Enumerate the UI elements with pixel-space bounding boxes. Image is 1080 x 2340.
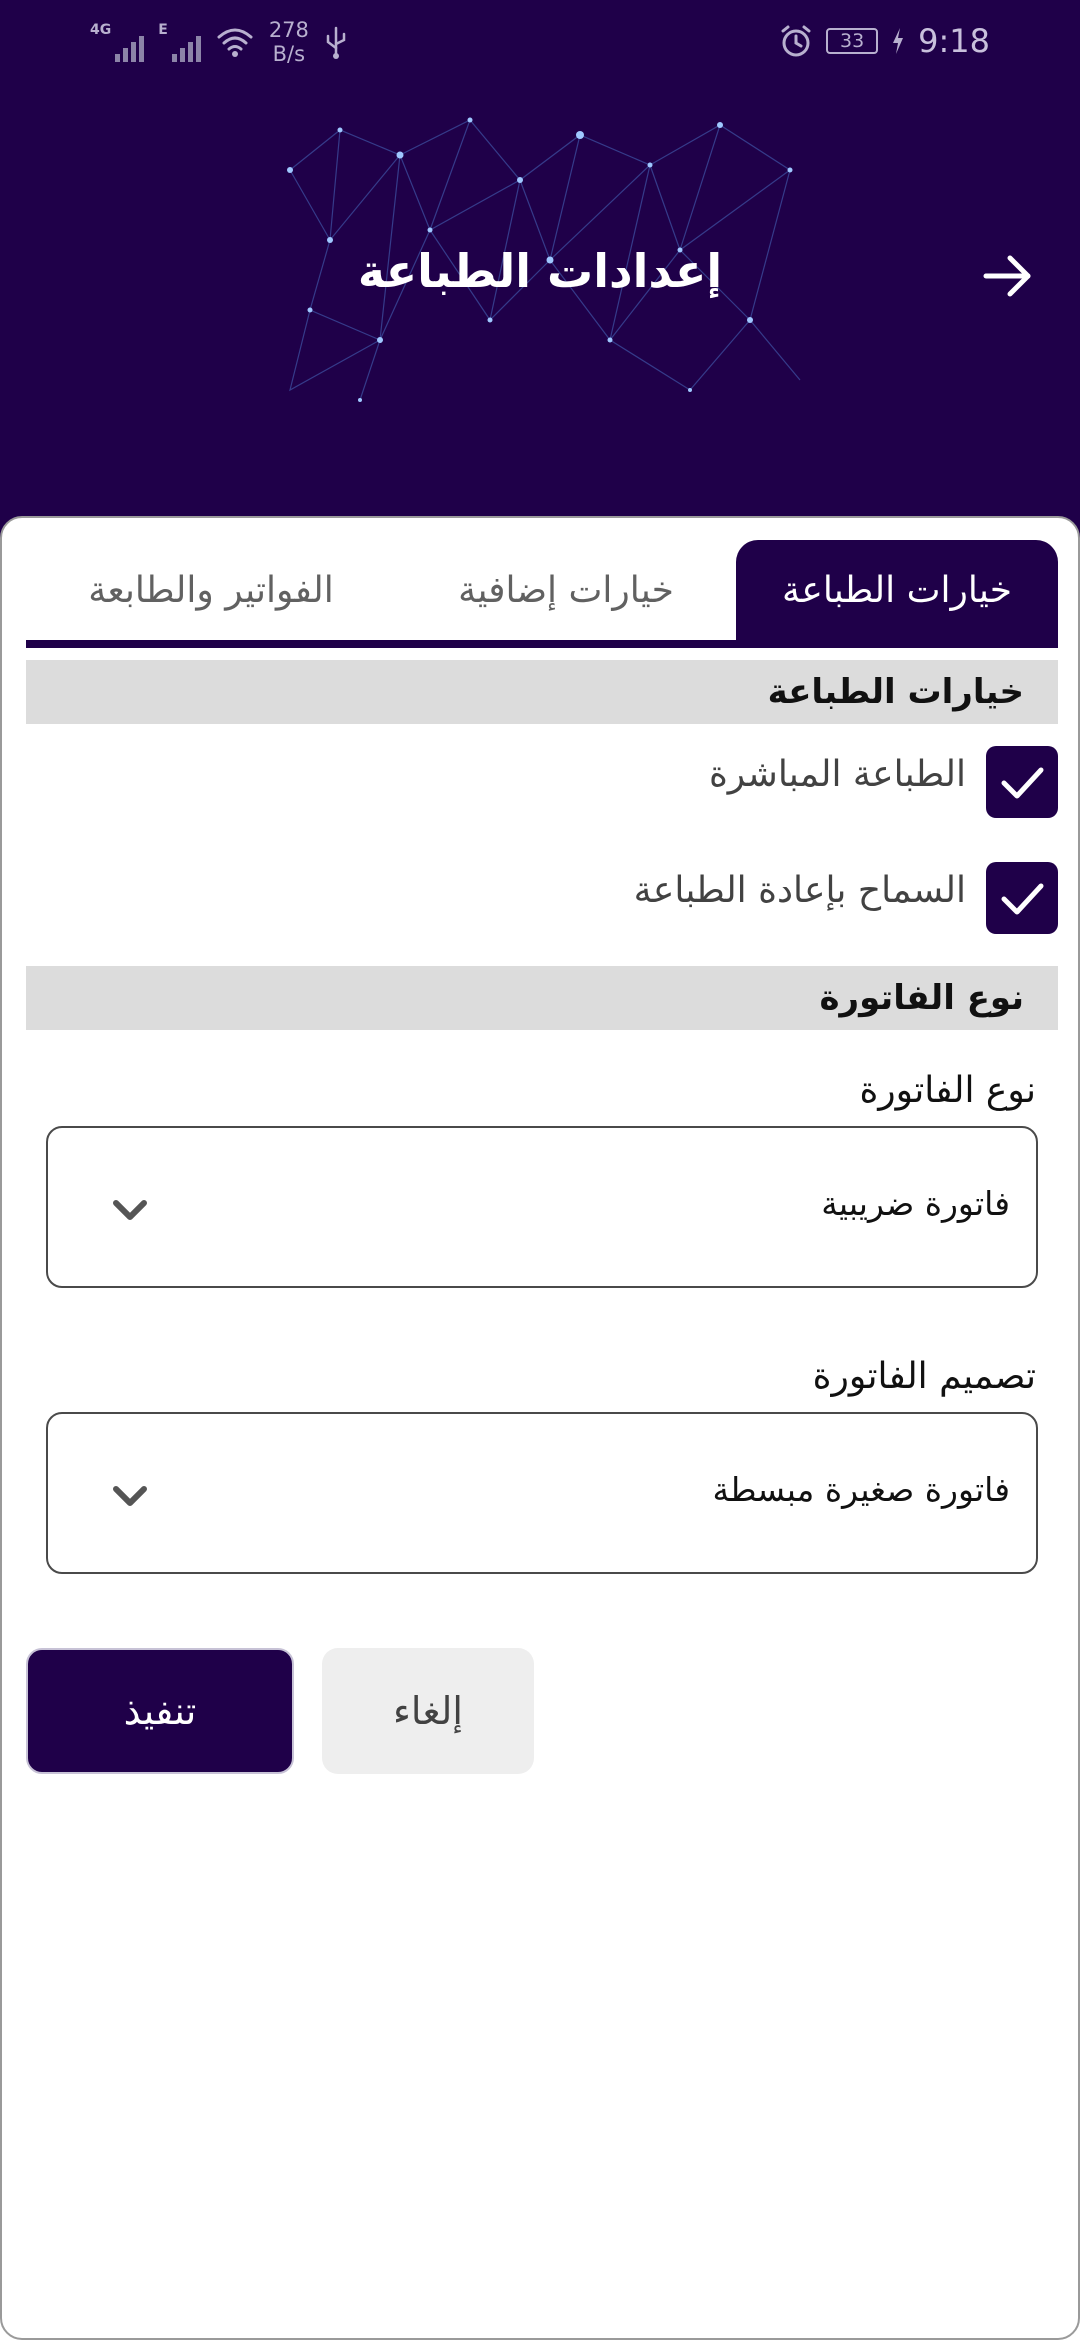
back-button[interactable] <box>976 244 1040 308</box>
chevron-down-icon <box>113 1486 147 1506</box>
alarm-icon <box>781 25 811 57</box>
app-header: 4G E 278 B/s 33 9:18 إعدادات الطباعة <box>0 0 1080 540</box>
allow-reprint-row[interactable]: السماح بإعادة الطباعة <box>26 862 1058 934</box>
invoice-design-dropdown[interactable]: فاتورة صغيرة مبسطة <box>46 1412 1038 1574</box>
tab-extra-options[interactable]: خيارات إضافية <box>406 540 726 640</box>
settings-card: خيارات الطباعة خيارات إضافية الفواتير وا… <box>0 516 1080 2340</box>
chevron-down-icon <box>113 1200 147 1220</box>
tab-label: الفواتير والطابعة <box>88 569 334 611</box>
section-title: خيارات الطباعة <box>767 672 1024 712</box>
network-type-label: 4G <box>90 22 112 38</box>
tab-indicator-line <box>26 640 1058 648</box>
signal-e: E <box>158 22 201 62</box>
cancel-button-label: إلغاء <box>393 1689 463 1733</box>
invoice-type-value: فاتورة ضريبية <box>821 1184 1010 1223</box>
speed-unit: B/s <box>272 42 306 66</box>
cancel-button[interactable]: إلغاء <box>322 1648 534 1774</box>
page-title: إعدادات الطباعة <box>357 244 723 298</box>
invoice-design-label: تصميم الفاتورة <box>812 1356 1036 1397</box>
battery-indicator: 33 <box>826 28 879 54</box>
invoice-type-dropdown[interactable]: فاتورة ضريبية <box>46 1126 1038 1288</box>
arrow-right-icon <box>983 255 1031 297</box>
speed-value: 278 <box>268 18 309 42</box>
status-right-group: 33 9:18 <box>778 22 990 60</box>
tab-bar: خيارات الطباعة خيارات إضافية الفواتير وا… <box>26 540 1058 640</box>
direct-print-label: الطباعة المباشرة <box>708 754 966 795</box>
status-bar: 4G E 278 B/s 33 9:18 <box>0 0 1080 84</box>
section-title: نوع الفاتورة <box>819 978 1024 1018</box>
charging-icon <box>893 28 904 54</box>
allow-reprint-checkbox[interactable] <box>986 862 1058 934</box>
execute-button[interactable]: تنفيذ <box>26 1648 294 1774</box>
invoice-design-value: فاتورة صغيرة مبسطة <box>712 1470 1011 1509</box>
wifi-icon <box>217 28 253 57</box>
tab-label: خيارات إضافية <box>458 569 674 611</box>
signal-bars-icon <box>115 32 145 62</box>
network-speed: 278 B/s <box>269 18 309 66</box>
allow-reprint-label: السماح بإعادة الطباعة <box>633 870 966 911</box>
direct-print-row[interactable]: الطباعة المباشرة <box>26 746 1058 818</box>
status-left-group: 4G E 278 B/s <box>90 18 349 66</box>
checkmark-icon <box>1001 767 1044 799</box>
direct-print-checkbox[interactable] <box>986 746 1058 818</box>
invoice-type-label: نوع الفاتورة <box>859 1070 1036 1111</box>
usb-icon <box>326 26 346 59</box>
print-settings-screen: 4G E 278 B/s 33 9:18 إعدادات الطباعة خيا… <box>0 0 1080 2340</box>
tab-print-options[interactable]: خيارات الطباعة <box>736 540 1058 640</box>
checkmark-icon <box>1001 883 1044 915</box>
status-clock: 9:18 <box>918 22 990 60</box>
network-type-label: E <box>158 22 168 38</box>
tab-label: خيارات الطباعة <box>782 569 1012 611</box>
signal-bars-icon <box>171 32 201 62</box>
section-header-invoice-type: نوع الفاتورة <box>26 966 1058 1030</box>
tab-invoices-printer[interactable]: الفواتير والطابعة <box>26 540 396 640</box>
execute-button-label: تنفيذ <box>123 1689 197 1733</box>
section-header-print-options: خيارات الطباعة <box>26 660 1058 724</box>
signal-4g: 4G <box>90 22 145 62</box>
